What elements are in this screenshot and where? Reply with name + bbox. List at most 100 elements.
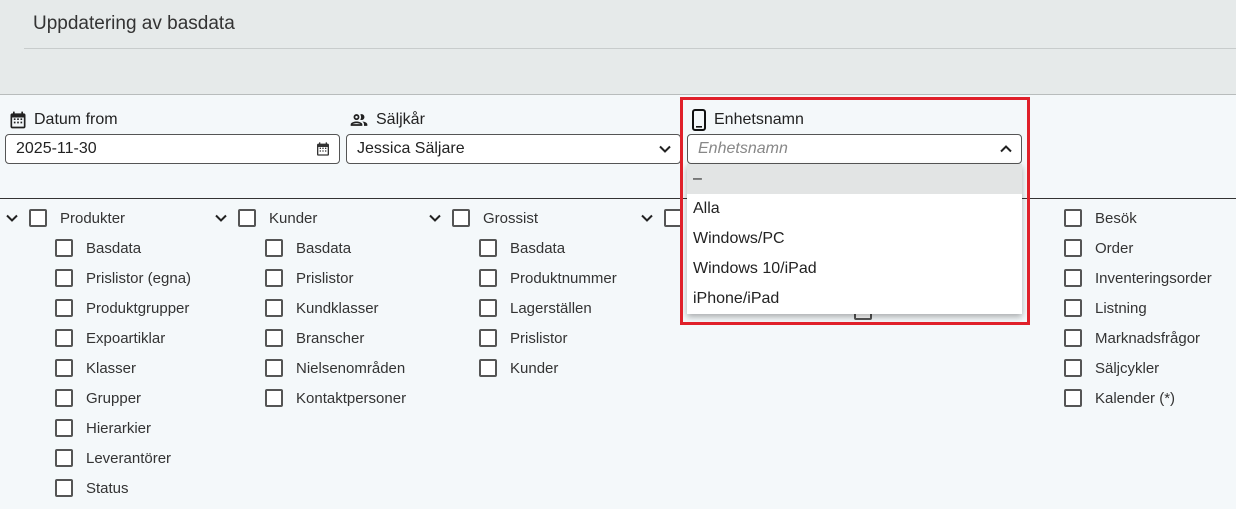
hidden-group-checkbox[interactable] (664, 209, 682, 227)
item-checkbox[interactable] (55, 479, 73, 497)
list-item[interactable]: Besök (1064, 208, 1137, 228)
item-checkbox[interactable] (479, 269, 497, 287)
item-checkbox[interactable] (55, 299, 73, 317)
datum-input[interactable]: 2025-11-30 (5, 134, 340, 164)
list-item[interactable]: Basdata (55, 238, 141, 258)
item-label: Listning (1095, 299, 1147, 317)
item-checkbox[interactable] (1064, 329, 1082, 347)
item-label: Hierarkier (86, 419, 152, 437)
chevron-down-icon[interactable] (214, 211, 228, 225)
list-item[interactable]: Listning (1064, 298, 1147, 318)
item-label: Basdata (510, 239, 566, 257)
smartphone-icon (692, 109, 706, 131)
item-checkbox[interactable] (1064, 209, 1082, 227)
produkter-checkbox[interactable] (29, 209, 47, 227)
item-checkbox[interactable] (479, 239, 497, 257)
saljkar-select[interactable]: Jessica Säljare (346, 134, 681, 164)
item-checkbox[interactable] (55, 419, 73, 437)
list-item[interactable]: Expoartiklar (55, 328, 165, 348)
grossist-label: Grossist (483, 209, 539, 227)
group-kunder[interactable]: Kunder (214, 208, 317, 228)
list-item[interactable]: Produktgrupper (55, 298, 189, 318)
list-item[interactable]: Prislistor (egna) (55, 268, 191, 288)
item-checkbox[interactable] (265, 389, 283, 407)
list-item[interactable]: Nielsenområden (265, 358, 405, 378)
dropdown-option-none[interactable]: – (687, 164, 1022, 194)
list-item[interactable]: Kontaktpersoner (265, 388, 406, 408)
item-checkbox[interactable] (265, 269, 283, 287)
list-item[interactable]: Klasser (55, 358, 136, 378)
list-item[interactable]: Status (55, 478, 129, 498)
item-checkbox[interactable] (265, 359, 283, 377)
dropdown-option-alla[interactable]: Alla (687, 194, 1022, 224)
item-label: Leverantörer (86, 449, 172, 467)
item-checkbox[interactable] (55, 359, 73, 377)
list-item[interactable]: Kunder (479, 358, 558, 378)
enhet-placeholder: Enhetsnamn (698, 140, 788, 157)
calendar-picker-icon[interactable] (315, 141, 331, 157)
list-item[interactable]: Säljcykler (1064, 358, 1159, 378)
list-item[interactable]: Order (1064, 238, 1133, 258)
list-item[interactable]: Kalender (*) (1064, 388, 1175, 408)
list-item[interactable]: Branscher (265, 328, 364, 348)
list-item[interactable]: Lagerställen (479, 298, 592, 318)
saljkar-label: Säljkår (348, 110, 425, 130)
people-icon (350, 114, 368, 126)
item-checkbox[interactable] (265, 299, 283, 317)
item-label: Kunder (510, 359, 559, 377)
item-checkbox[interactable] (55, 329, 73, 347)
list-item[interactable]: Basdata (265, 238, 351, 258)
page-header: Uppdatering av basdata (0, 0, 1236, 95)
item-label: Prislistor (296, 269, 354, 287)
item-checkbox[interactable] (1064, 359, 1082, 377)
item-checkbox[interactable] (55, 269, 73, 287)
item-label: Produktgrupper (86, 299, 190, 317)
item-label: Kalender (*) (1095, 389, 1176, 407)
dropdown-option-iphone-ipad[interactable]: iPhone/iPad (687, 284, 1022, 314)
produkter-label: Produkter (60, 209, 126, 227)
item-label: Nielsenområden (296, 359, 406, 377)
item-checkbox[interactable] (55, 449, 73, 467)
calendar-icon (10, 111, 26, 129)
list-item[interactable]: Basdata (479, 238, 565, 258)
list-item[interactable]: Prislistor (265, 268, 354, 288)
item-checkbox[interactable] (1064, 269, 1082, 287)
list-item[interactable]: Kundklasser (265, 298, 379, 318)
list-item[interactable]: Produktnummer (479, 268, 617, 288)
item-checkbox[interactable] (1064, 239, 1082, 257)
list-item[interactable]: Marknadsfrågor (1064, 328, 1200, 348)
group-produkter[interactable]: Produkter (5, 208, 125, 228)
chevron-down-icon[interactable] (428, 211, 442, 225)
item-checkbox[interactable] (479, 359, 497, 377)
item-checkbox[interactable] (55, 389, 73, 407)
kunder-checkbox[interactable] (238, 209, 256, 227)
enhet-select[interactable]: Enhetsnamn (687, 134, 1022, 164)
chevron-down-icon[interactable] (5, 211, 19, 225)
dropdown-option-windows-pc[interactable]: Windows/PC (687, 224, 1022, 254)
kunder-label: Kunder (269, 209, 318, 227)
item-checkbox[interactable] (479, 299, 497, 317)
list-item[interactable]: Grupper (55, 388, 141, 408)
item-label: Prislistor (510, 329, 568, 347)
dropdown-option-windows10-ipad[interactable]: Windows 10/iPad (687, 254, 1022, 284)
enhet-dropdown-menu: – Alla Windows/PC Windows 10/iPad iPhone… (687, 164, 1022, 314)
item-label: Inventeringsorder (1095, 269, 1212, 287)
item-label: Kundklasser (296, 299, 379, 317)
item-checkbox[interactable] (1064, 299, 1082, 317)
grossist-checkbox[interactable] (452, 209, 470, 227)
list-item[interactable]: Hierarkier (55, 418, 151, 438)
group-grossist[interactable]: Grossist (428, 208, 538, 228)
item-label: Branscher (296, 329, 365, 347)
item-checkbox[interactable] (1064, 389, 1082, 407)
item-label: Besök (1095, 209, 1137, 227)
item-checkbox[interactable] (479, 329, 497, 347)
item-checkbox[interactable] (265, 329, 283, 347)
list-item[interactable]: Leverantörer (55, 448, 171, 468)
item-checkbox[interactable] (55, 239, 73, 257)
list-item[interactable]: Prislistor (479, 328, 568, 348)
item-label: Expoartiklar (86, 329, 166, 347)
item-checkbox[interactable] (265, 239, 283, 257)
chevron-down-icon[interactable] (640, 211, 654, 225)
list-item[interactable]: Inventeringsorder (1064, 268, 1212, 288)
item-label: Säljcykler (1095, 359, 1160, 377)
